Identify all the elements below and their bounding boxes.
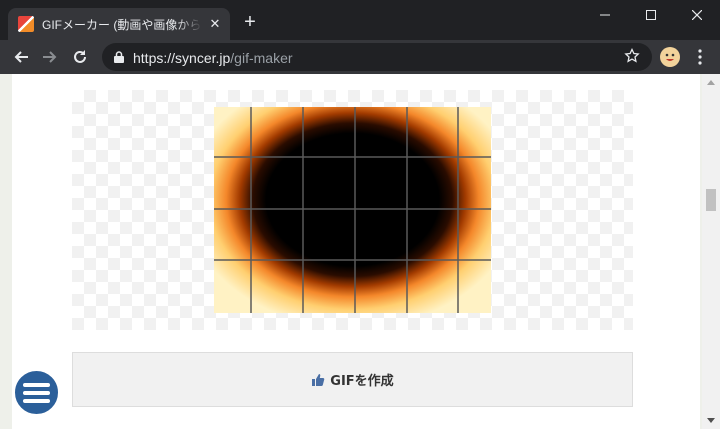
menu-bar xyxy=(23,382,50,387)
create-gif-label: GIFを作成 xyxy=(330,374,394,389)
menu-bar xyxy=(23,398,50,403)
forward-button[interactable] xyxy=(40,47,60,67)
url-text: https://syncer.jp/gif-maker xyxy=(133,50,293,66)
page-body: GIFを作成 xyxy=(12,74,700,429)
vertical-scrollbar[interactable] xyxy=(702,74,720,429)
close-window-button[interactable] xyxy=(674,0,720,30)
reload-icon xyxy=(74,50,86,63)
minimize-button[interactable] xyxy=(582,0,628,30)
tab-close-icon[interactable]: ✕ xyxy=(208,16,222,32)
gif-preview-area xyxy=(72,90,633,330)
grid-line xyxy=(354,107,356,313)
profile-avatar[interactable] xyxy=(660,47,680,67)
close-icon xyxy=(692,10,702,20)
url-scheme: https:// xyxy=(133,50,176,66)
minimize-icon xyxy=(600,14,610,16)
maximize-icon xyxy=(646,10,656,20)
tab-title: GIFメーカー (動画や画像からアニメーションGIFを作成) xyxy=(42,17,202,32)
gif-preview-image xyxy=(214,107,491,313)
lock-icon xyxy=(114,51,124,63)
grid-line xyxy=(406,107,408,313)
grid-line xyxy=(214,156,491,158)
reload-button[interactable] xyxy=(70,47,90,67)
new-tab-button[interactable]: + xyxy=(240,12,260,32)
scroll-thumb[interactable] xyxy=(706,189,716,211)
burning-hole-effect xyxy=(214,107,491,313)
scroll-up-arrow-icon[interactable] xyxy=(707,80,715,85)
browser-menu-icon[interactable] xyxy=(694,47,706,67)
site-favicon-icon xyxy=(18,16,34,32)
arrow-left-icon xyxy=(14,51,28,63)
url-path: /gif-maker xyxy=(230,50,293,66)
star-icon[interactable] xyxy=(624,48,640,64)
browser-titlebar: GIFメーカー (動画や画像からアニメーションGIFを作成) ✕ + xyxy=(0,0,720,40)
url-host: syncer.jp xyxy=(175,50,231,66)
arrow-right-icon xyxy=(43,51,57,63)
menu-bar xyxy=(23,390,50,395)
back-button[interactable] xyxy=(11,47,31,67)
maximize-button[interactable] xyxy=(628,0,674,30)
address-bar[interactable]: https://syncer.jp/gif-maker xyxy=(102,43,652,71)
grid-line xyxy=(214,259,491,261)
grid-line xyxy=(250,107,252,313)
grid-line xyxy=(457,107,459,313)
scroll-down-arrow-icon[interactable] xyxy=(707,418,715,423)
emoji-face-icon xyxy=(665,53,675,61)
hamburger-menu-button[interactable] xyxy=(13,369,60,416)
viewport: GIFを作成 xyxy=(0,74,720,429)
grid-line xyxy=(302,107,304,313)
browser-toolbar: https://syncer.jp/gif-maker xyxy=(0,40,720,74)
create-gif-button[interactable]: GIFを作成 xyxy=(72,352,633,407)
grid-line xyxy=(214,208,491,210)
browser-tab[interactable]: GIFメーカー (動画や画像からアニメーションGIFを作成) ✕ xyxy=(8,8,230,40)
thumbs-up-icon xyxy=(312,373,325,386)
